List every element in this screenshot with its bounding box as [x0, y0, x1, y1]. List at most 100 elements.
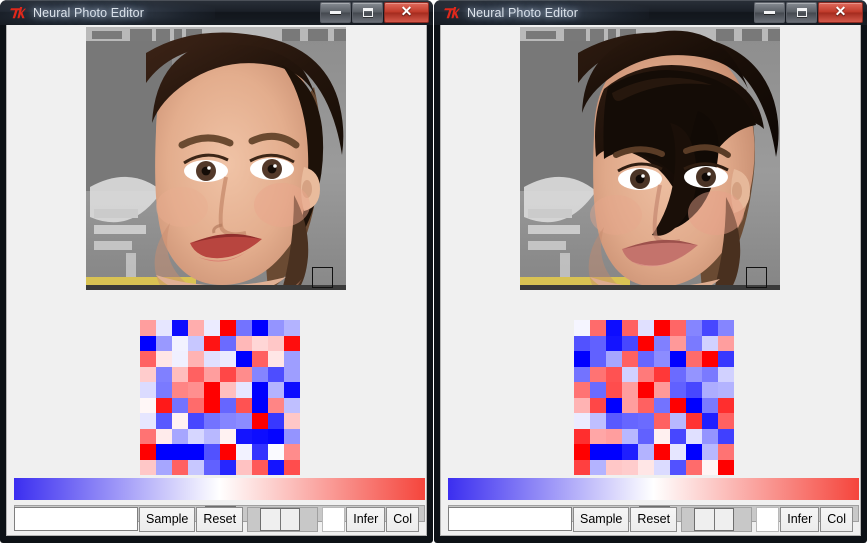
- latent-cell[interactable]: [172, 444, 188, 460]
- latent-cell[interactable]: [654, 335, 670, 351]
- latent-cell[interactable]: [140, 335, 156, 351]
- maximize-button[interactable]: [352, 2, 383, 23]
- latent-cell[interactable]: [204, 351, 220, 367]
- latent-cell[interactable]: [670, 413, 686, 429]
- brush-size-scrollbar[interactable]: [247, 506, 318, 532]
- latent-cell[interactable]: [590, 366, 606, 382]
- latent-cell[interactable]: [236, 351, 252, 367]
- latent-cell[interactable]: [268, 428, 284, 444]
- latent-cell[interactable]: [574, 428, 590, 444]
- latent-cell[interactable]: [220, 351, 236, 367]
- latent-cell[interactable]: [156, 413, 172, 429]
- latent-cell[interactable]: [622, 444, 638, 460]
- latent-cell[interactable]: [670, 428, 686, 444]
- latent-cell[interactable]: [188, 320, 204, 336]
- latent-cell[interactable]: [574, 351, 590, 367]
- latent-cell[interactable]: [140, 459, 156, 475]
- latent-cell[interactable]: [220, 320, 236, 336]
- selection-box[interactable]: [746, 267, 767, 288]
- latent-cell[interactable]: [622, 428, 638, 444]
- face-photo-edited[interactable]: [520, 27, 780, 290]
- latent-cell[interactable]: [252, 366, 268, 382]
- minimize-button[interactable]: [320, 2, 351, 23]
- latent-cell[interactable]: [622, 397, 638, 413]
- latent-cell[interactable]: [622, 366, 638, 382]
- latent-cell[interactable]: [606, 444, 622, 460]
- latent-cell[interactable]: [188, 428, 204, 444]
- latent-cell[interactable]: [204, 366, 220, 382]
- latent-cell[interactable]: [236, 335, 252, 351]
- latent-cell[interactable]: [268, 366, 284, 382]
- latent-cell[interactable]: [718, 351, 734, 367]
- latent-cell[interactable]: [172, 351, 188, 367]
- latent-cell[interactable]: [252, 459, 268, 475]
- latent-cell[interactable]: [140, 320, 156, 336]
- infer-button[interactable]: Infer: [780, 506, 820, 532]
- latent-cell[interactable]: [686, 335, 702, 351]
- latent-cell[interactable]: [284, 366, 300, 382]
- latent-cell[interactable]: [606, 382, 622, 398]
- window-neural-photo-editor-right[interactable]: Neural Photo Editor ✕ Sample Reset Infer…: [434, 0, 867, 543]
- latent-cell[interactable]: [702, 413, 718, 429]
- latent-cell[interactable]: [284, 444, 300, 460]
- latent-cell[interactable]: [172, 320, 188, 336]
- latent-cell[interactable]: [670, 366, 686, 382]
- latent-cell[interactable]: [606, 366, 622, 382]
- latent-cell[interactable]: [702, 335, 718, 351]
- latent-cell[interactable]: [140, 397, 156, 413]
- latent-cell[interactable]: [156, 428, 172, 444]
- latent-cell[interactable]: [702, 320, 718, 336]
- latent-cell[interactable]: [284, 459, 300, 475]
- latent-cell[interactable]: [220, 413, 236, 429]
- latent-cell[interactable]: [268, 397, 284, 413]
- latent-cell[interactable]: [220, 397, 236, 413]
- col-button[interactable]: Col: [820, 506, 853, 532]
- latent-cell[interactable]: [172, 428, 188, 444]
- latent-cell[interactable]: [686, 366, 702, 382]
- latent-cell[interactable]: [654, 428, 670, 444]
- latent-cell[interactable]: [268, 444, 284, 460]
- latent-cell[interactable]: [702, 428, 718, 444]
- latent-cell[interactable]: [718, 320, 734, 336]
- latent-cell[interactable]: [670, 335, 686, 351]
- latent-cell[interactable]: [284, 335, 300, 351]
- filename-input[interactable]: [448, 507, 572, 531]
- window-controls[interactable]: ✕: [754, 2, 863, 23]
- latent-cell[interactable]: [686, 351, 702, 367]
- sample-button[interactable]: Sample: [139, 506, 196, 532]
- latent-cell[interactable]: [268, 351, 284, 367]
- latent-cell[interactable]: [606, 428, 622, 444]
- latent-cell[interactable]: [702, 397, 718, 413]
- selection-box[interactable]: [312, 267, 333, 288]
- latent-cell[interactable]: [590, 444, 606, 460]
- window-controls[interactable]: ✕: [320, 2, 429, 23]
- latent-cell[interactable]: [188, 444, 204, 460]
- latent-cell[interactable]: [140, 366, 156, 382]
- latent-cell[interactable]: [638, 444, 654, 460]
- latent-cell[interactable]: [670, 444, 686, 460]
- latent-cell[interactable]: [204, 335, 220, 351]
- latent-cell[interactable]: [686, 413, 702, 429]
- latent-cell[interactable]: [702, 382, 718, 398]
- latent-cell[interactable]: [268, 459, 284, 475]
- latent-cell[interactable]: [284, 320, 300, 336]
- latent-grid[interactable]: [574, 320, 734, 475]
- latent-cell[interactable]: [220, 335, 236, 351]
- maximize-button[interactable]: [786, 2, 817, 23]
- latent-cell[interactable]: [574, 459, 590, 475]
- latent-cell[interactable]: [590, 320, 606, 336]
- latent-cell[interactable]: [590, 413, 606, 429]
- col-button[interactable]: Col: [386, 506, 419, 532]
- latent-cell[interactable]: [718, 397, 734, 413]
- latent-cell[interactable]: [284, 351, 300, 367]
- latent-cell[interactable]: [606, 320, 622, 336]
- latent-cell[interactable]: [236, 459, 252, 475]
- latent-cell[interactable]: [638, 366, 654, 382]
- minimize-button[interactable]: [754, 2, 785, 23]
- titlebar[interactable]: Neural Photo Editor ✕: [0, 0, 433, 25]
- latent-cell[interactable]: [252, 413, 268, 429]
- close-button[interactable]: ✕: [384, 2, 429, 23]
- latent-cell[interactable]: [654, 351, 670, 367]
- latent-cell[interactable]: [702, 366, 718, 382]
- latent-cell[interactable]: [670, 459, 686, 475]
